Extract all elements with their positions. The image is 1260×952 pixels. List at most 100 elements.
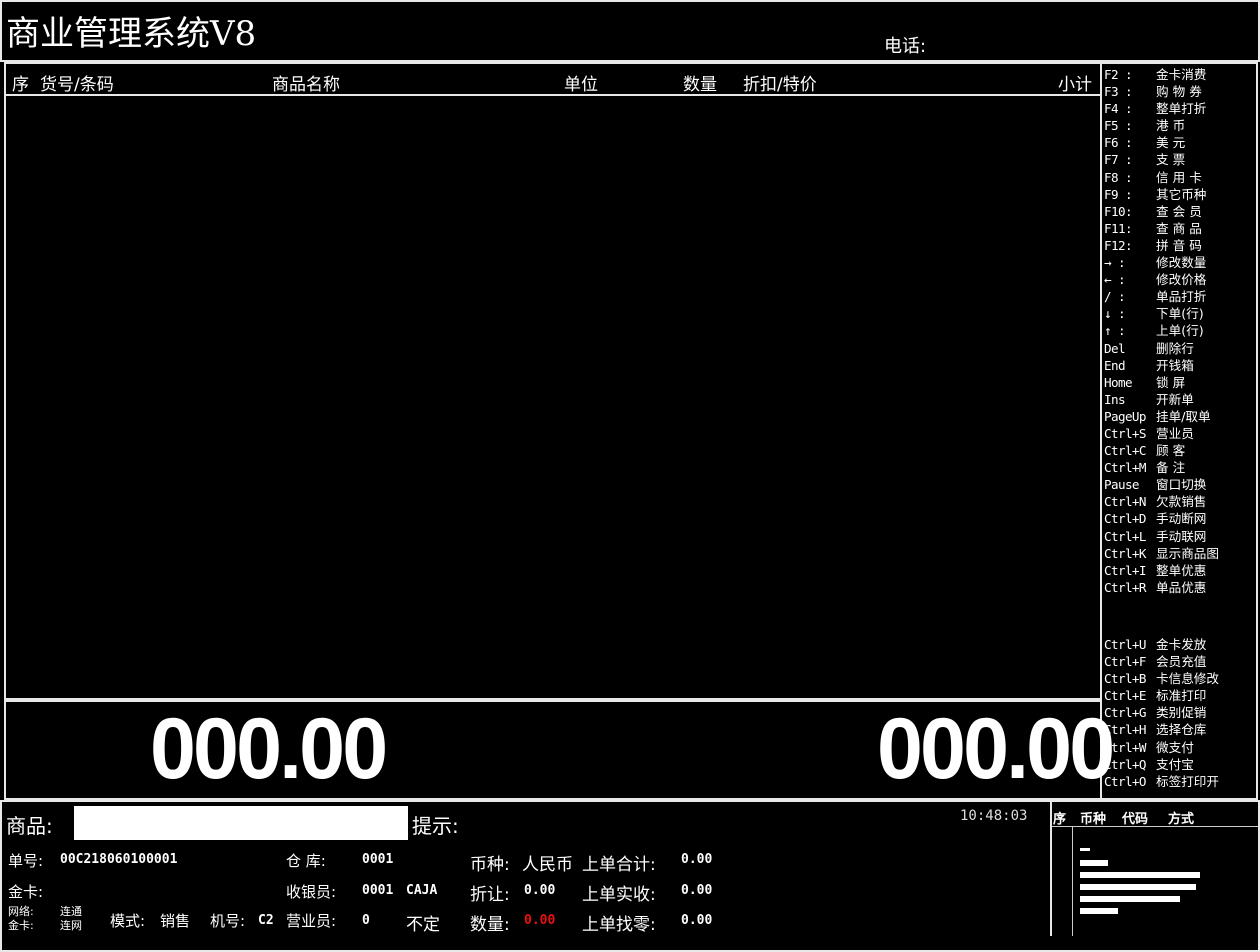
hotkey-item[interactable]: F10: 查 会 员 <box>1104 203 1254 220</box>
pay-col-seq: 序 <box>1053 812 1067 827</box>
network-status: 连通 <box>60 905 82 918</box>
hotkey-label: 手动联网 <box>1156 528 1207 544</box>
hotkey-key: Ctrl+L <box>1104 528 1147 544</box>
hotkey-item[interactable]: F4 : 整单打折 <box>1104 100 1254 117</box>
item-grid[interactable] <box>4 62 1102 700</box>
hotkey-key: Ctrl+I <box>1104 562 1147 578</box>
hotkey-item[interactable]: Home 锁 屏 <box>1104 374 1254 391</box>
qty-label: 数量: <box>470 915 510 935</box>
order-no: 00C218060100001 <box>60 852 178 867</box>
hotkey-key: → : <box>1104 255 1126 271</box>
hotkey-item[interactable]: ← : 修改价格 <box>1104 271 1254 288</box>
hotkey-label: 上单(行) <box>1156 323 1204 339</box>
hotkey-label: 挂单/取单 <box>1156 408 1211 424</box>
hotkey-label: 选择仓库 <box>1156 722 1207 738</box>
hotkey-item[interactable]: Ctrl+U 金卡发放 <box>1104 636 1254 653</box>
hotkey-label: 删除行 <box>1156 340 1194 356</box>
hotkey-item[interactable]: F8 : 信 用 卡 <box>1104 169 1254 186</box>
goods-input[interactable] <box>74 806 408 840</box>
hotkey-label: 金卡发放 <box>1156 637 1207 652</box>
hotkey-item[interactable]: F6 : 美 元 <box>1104 134 1254 151</box>
hotkey-key: F11: <box>1104 220 1133 236</box>
hotkey-item[interactable]: Ctrl+R 单品优惠 <box>1104 579 1254 596</box>
hotkey-item[interactable]: F9 : 其它币种 <box>1104 186 1254 203</box>
hint-label: 提示: <box>412 814 459 838</box>
hotkey-label: 信 用 卡 <box>1156 169 1202 185</box>
hotkey-label: 查 会 员 <box>1156 203 1202 219</box>
hotkey-label: 显示商品图 <box>1156 545 1219 561</box>
hotkey-key: ↑ : <box>1104 323 1126 339</box>
hotkey-item[interactable]: Ctrl+N 欠款销售 <box>1104 493 1254 510</box>
hotkey-item[interactable]: Ctrl+K 显示商品图 <box>1104 545 1254 562</box>
hotkey-item[interactable]: End 开钱箱 <box>1104 357 1254 374</box>
hotkey-key: Ctrl+K <box>1104 545 1147 561</box>
hotkey-item[interactable]: F7 : 支 票 <box>1104 151 1254 168</box>
hotkey-label: 开新单 <box>1156 391 1194 407</box>
mode-label: 模式: <box>110 912 146 930</box>
col-barcode[interactable]: 货号/条码 <box>40 70 114 95</box>
hotkey-item[interactable]: F11: 查 商 品 <box>1104 220 1254 237</box>
hotkey-item[interactable]: Pause 窗口切换 <box>1104 476 1254 493</box>
phone-label: 电话: <box>884 36 927 57</box>
hotkey-key: ↓ : <box>1104 306 1126 322</box>
goods-label: 商品: <box>6 814 53 838</box>
hotkey-item[interactable]: F5 : 港 币 <box>1104 117 1254 134</box>
hotkey-item[interactable]: Ctrl+C 顾 客 <box>1104 442 1254 459</box>
hotkey-item[interactable]: Ctrl+E 标准打印 <box>1104 687 1254 704</box>
hotkey-label: 修改数量 <box>1156 255 1207 271</box>
hotkey-item[interactable]: ↑ : 上单(行) <box>1104 322 1254 339</box>
hotkey-item[interactable]: Ctrl+I 整单优惠 <box>1104 562 1254 579</box>
last-change-label: 上单找零: <box>582 915 656 935</box>
hotkey-item[interactable]: Ctrl+Q 支付宝 <box>1104 756 1254 773</box>
hotkey-label: 查 商 品 <box>1156 220 1202 236</box>
hotkey-label: 顾 客 <box>1156 443 1186 459</box>
hotkey-item[interactable]: Ctrl+M 备 注 <box>1104 459 1254 476</box>
hotkey-key: Ctrl+S <box>1104 425 1147 441</box>
col-subtotal[interactable]: 小计 <box>1058 70 1092 95</box>
hotkey-item[interactable]: Ctrl+W 微支付 <box>1104 739 1254 756</box>
hotkey-item[interactable]: Ctrl+L 手动联网 <box>1104 528 1254 545</box>
col-qty[interactable]: 数量 <box>683 70 717 95</box>
hotkey-item[interactable]: Ins 开新单 <box>1104 391 1254 408</box>
hotkey-item[interactable]: F2 : 金卡消费 <box>1104 66 1254 83</box>
hotkey-item[interactable]: ↓ : 下单(行) <box>1104 305 1254 322</box>
hotkey-key: / : <box>1104 289 1126 305</box>
pay-col-currency: 币种 <box>1080 812 1107 827</box>
hotkey-key: Ctrl+M <box>1104 460 1147 476</box>
hotkey-key: Ctrl+U <box>1104 637 1147 652</box>
hotkey-label: 下单(行) <box>1156 306 1204 322</box>
hotkey-item[interactable]: Ctrl+O 标签打印开 <box>1104 773 1254 790</box>
hotkey-list: F2 : 金卡消费 F3 :购 物 券 F4 : 整单打折 F5 :港 币 F6 :美 元F… <box>1104 66 1254 596</box>
hotkey-key: Home <box>1104 374 1133 390</box>
hotkey-label: 卡信息修改 <box>1156 671 1219 687</box>
order-no-label: 单号: <box>8 852 44 870</box>
col-unit[interactable]: 单位 <box>564 70 598 95</box>
hotkey-item[interactable]: Ctrl+D 手动断网 <box>1104 510 1254 527</box>
hotkey-item[interactable]: Ctrl+H 选择仓库 <box>1104 721 1254 738</box>
hotkey-item[interactable]: F3 : 购 物 券 <box>1104 83 1254 100</box>
hotkey-item[interactable]: Ctrl+B 卡信息修改 <box>1104 670 1254 687</box>
currency-label: 币种: <box>470 855 510 875</box>
hotkey-key: F10: <box>1104 203 1133 219</box>
hotkey-item[interactable]: PageUp 挂单/取单 <box>1104 408 1254 425</box>
col-seq[interactable]: 序 <box>12 70 29 95</box>
hotkey-key: Ctrl+F <box>1104 654 1147 670</box>
hotkey-label: 类别促销 <box>1156 705 1207 721</box>
hotkey-key: F7 : <box>1104 152 1133 168</box>
hotkey-item[interactable]: / : 单品打折 <box>1104 288 1254 305</box>
hotkey-label: 美 元 <box>1156 135 1186 151</box>
hotkey-item[interactable]: F12: 拼 音 码 <box>1104 237 1254 254</box>
hotkey-label: 整单打折 <box>1156 101 1207 117</box>
hotkey-item[interactable]: Ctrl+G 类别促销 <box>1104 704 1254 721</box>
hotkey-item[interactable]: Ctrl+S 营业员 <box>1104 425 1254 442</box>
hotkey-label: 手动断网 <box>1156 511 1207 527</box>
hotkey-key: Pause <box>1104 477 1140 493</box>
hotkey-label: 窗口切换 <box>1156 477 1207 493</box>
hotkey-item[interactable]: Del 删除行 <box>1104 340 1254 357</box>
grid-header-divider <box>4 94 1102 96</box>
hotkey-item[interactable]: Ctrl+F 会员充值 <box>1104 653 1254 670</box>
hotkey-item[interactable]: → : 修改数量 <box>1104 254 1254 271</box>
col-discount[interactable]: 折扣/特价 <box>743 70 817 95</box>
hotkey-label: 港 币 <box>1156 118 1186 134</box>
col-name[interactable]: 商品名称 <box>272 70 340 95</box>
